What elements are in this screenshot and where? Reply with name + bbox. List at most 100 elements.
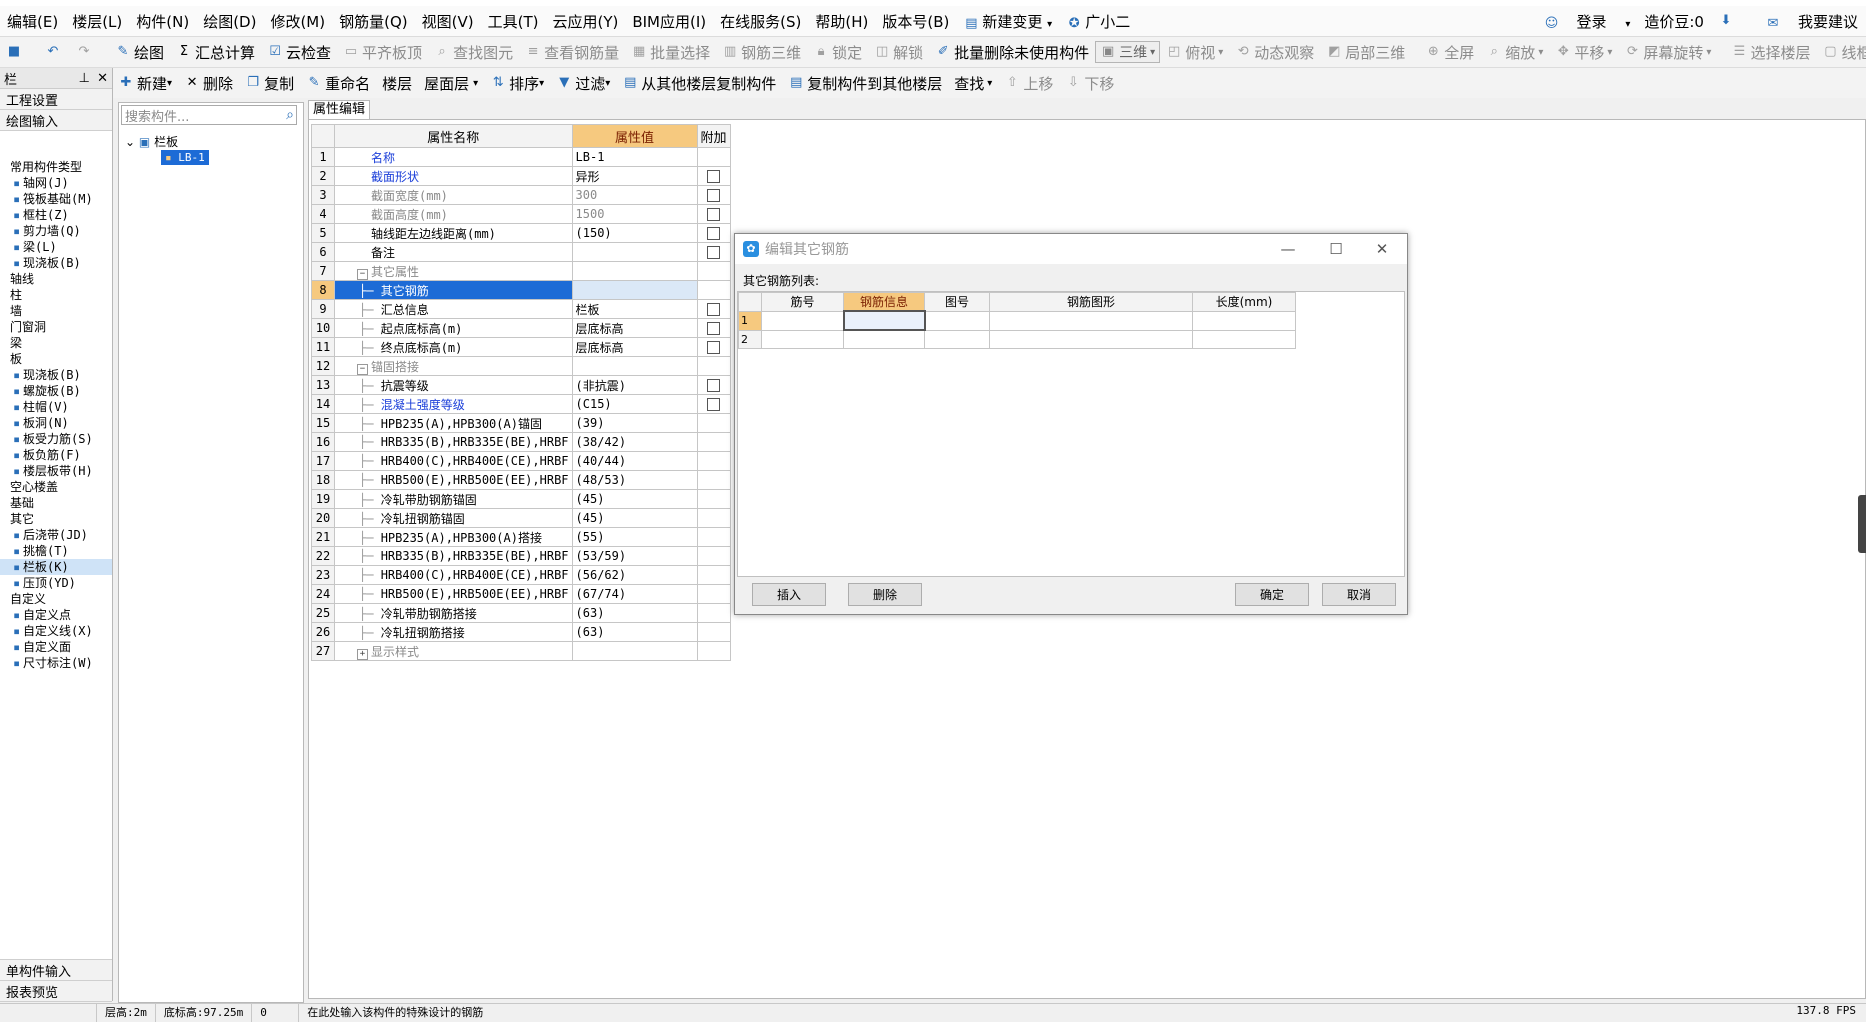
view-rebar-button[interactable]: ≡ 查看钢筋量 [519,39,625,65]
copy-from-floor-button[interactable]: ▤ 从其他楼层复制构件 [616,70,782,96]
tree-item-lb1[interactable]: ▪ LB-1 [161,150,209,165]
bar-number-cell[interactable] [761,329,844,349]
nav-item[interactable]: ▪ 尺寸标注(W) [0,655,112,671]
property-value[interactable]: (40/44) [571,451,698,471]
pan-button[interactable]: ✥ 平移 ▾ [1549,39,1618,65]
delete-component-button[interactable]: ✕ 删除 [178,70,239,96]
property-row[interactable]: 22 ├─ HRB335(B),HRB335E(BE),HRBF (53/59) [311,546,731,566]
dynamic-orbit-button[interactable]: ⟲ 动态观察 [1229,39,1320,65]
nav-item[interactable]: ▪ 柱帽(V) [0,399,112,415]
property-value[interactable] [571,242,698,262]
figure-number-cell[interactable] [924,329,990,349]
extra-checkbox[interactable] [707,379,721,392]
property-row[interactable]: 12− 锚固搭接 [311,356,731,376]
side-handle[interactable] [1858,495,1866,553]
extra-cell[interactable] [696,318,731,338]
rebar-shape-cell[interactable] [989,329,1193,349]
property-value[interactable] [571,641,698,661]
menu-view[interactable]: 视图(V) [415,11,481,32]
property-row[interactable]: 11 ├─ 终点底标高(m) 层底标高 [311,337,731,357]
expand-icon[interactable]: + [357,648,368,660]
nav-item[interactable]: ▪ 轴网(J) [0,175,112,191]
save-button[interactable]: ■ [0,39,31,65]
insert-button[interactable]: 插入 [752,583,826,606]
search-input[interactable]: 搜索构件... ⌕ [121,105,297,125]
property-value[interactable]: (53/59) [571,546,698,566]
copy-component-button[interactable]: ❐ 复制 [239,70,300,96]
view-mode-select[interactable]: ▣ 三维 ▾ [1095,41,1161,63]
collapse-icon[interactable]: − [357,363,368,375]
property-row[interactable]: 21 ├─ HPB235(A),HPB300(A)搭接 (55) [311,527,731,547]
nav-item[interactable]: ▪ 剪力墙(Q) [0,223,112,239]
property-value[interactable]: (67/74) [571,584,698,604]
minimize-icon[interactable]: — [1273,238,1303,260]
property-row[interactable]: 19 ├─ 冷轧带肋钢筋锚固 (45) [311,489,731,509]
extra-cell[interactable] [696,242,731,262]
menu-guangxiaoer[interactable]: ✪ 广小二 [1059,11,1137,32]
property-row[interactable]: 25 ├─ 冷轧带肋钢筋搭接 (63) [311,603,731,623]
chevron-down-icon[interactable]: ⌄ [125,135,135,149]
flat-top-button[interactable]: ▭ 平齐板顶 [337,39,428,65]
bar-number-cell[interactable] [761,310,844,331]
new-component-button[interactable]: ✚ 新建 ▾ [112,70,178,96]
menu-new-change[interactable]: ▤ 新建变更 ▾ [956,11,1059,32]
rebar-info-cell[interactable] [843,329,925,349]
property-row[interactable]: 7− 其它属性 [311,261,731,281]
extra-checkbox[interactable] [707,341,721,354]
property-row[interactable]: 13 ├─ 抗震等级 (非抗震) [311,375,731,395]
property-row[interactable]: 5 轴线距左边线距离(mm) (150) [311,223,731,243]
property-value[interactable]: (63) [571,622,698,642]
property-row[interactable]: 20 ├─ 冷轧扭钢筋锚固 (45) [311,508,731,528]
copy-to-floor-button[interactable]: ▤ 复制构件到其他楼层 [782,70,948,96]
figure-number-cell[interactable] [924,310,990,331]
property-row[interactable]: 4 截面高度(mm) 1500 [311,204,731,224]
single-input-button[interactable]: 单构件输入 [0,959,112,981]
extra-cell[interactable] [696,204,731,224]
search-icon[interactable]: ⌕ [286,107,294,123]
batch-select-button[interactable]: ▦ 批量选择 [625,39,716,65]
nav-item[interactable]: 其它 [0,511,112,527]
batch-delete-button[interactable]: ✐ 批量删除未使用构件 [929,39,1095,65]
nav-item[interactable]: 空心楼盖 [0,479,112,495]
property-value[interactable]: 栏板 [571,299,698,319]
extra-cell[interactable] [696,223,731,243]
collapse-icon[interactable]: − [357,268,368,280]
menu-online[interactable]: 在线服务(S) [713,11,808,32]
lock-button[interactable]: 🔒︎ 锁定 [807,39,868,65]
filter-button[interactable]: ▼ 过滤 ▾ [550,70,616,96]
nav-item[interactable]: ▪ 栏板(K) [0,559,112,575]
extra-checkbox[interactable] [707,246,721,259]
nav-item[interactable]: ▪ 梁(L) [0,239,112,255]
property-row[interactable]: 1 名称 LB-1 [311,147,731,167]
menu-component[interactable]: 构件(N) [129,11,196,32]
project-settings-button[interactable]: 工程设置 [0,89,112,110]
nav-item[interactable]: 梁 [0,335,112,351]
property-value[interactable]: (38/42) [571,432,698,452]
property-row[interactable]: 8 ├─ 其它钢筋 [311,280,731,300]
nav-item[interactable]: 自定义 [0,591,112,607]
extra-cell[interactable] [696,299,731,319]
table-row[interactable]: 1 [738,310,1296,331]
fullscreen-button[interactable]: ⊕ 全屏 [1419,39,1480,65]
pin-icon[interactable]: ⊥ [79,71,90,86]
nav-item[interactable]: ▪ 压顶(YD) [0,575,112,591]
unlock-button[interactable]: ◫ 解锁 [868,39,929,65]
extra-checkbox[interactable] [707,398,721,411]
nav-item[interactable]: ▪ 板洞(N) [0,415,112,431]
property-row[interactable]: 15 ├─ HPB235(A),HPB300(A)锚固 (39) [311,413,731,433]
property-value[interactable]: (45) [571,508,698,528]
report-preview-button[interactable]: 报表预览 [0,981,112,1002]
menu-rebar-qty[interactable]: 钢筋量(Q) [332,11,415,32]
menu-draw[interactable]: 绘图(D) [196,11,263,32]
download-icon[interactable]: ⬇ [1718,13,1734,29]
extra-checkbox[interactable] [707,208,721,221]
property-value[interactable]: 层底标高 [571,337,698,357]
extra-checkbox[interactable] [707,303,721,316]
nav-item[interactable]: ▪ 现浇板(B) [0,255,112,271]
sum-button[interactable]: Σ 汇总计算 [170,39,261,65]
property-value[interactable] [571,356,698,376]
property-value[interactable]: 异形 [571,166,698,186]
property-row[interactable]: 18 ├─ HRB500(E),HRB500E(EE),HRBF (48/53) [311,470,731,490]
undo-button[interactable]: ↶ [39,39,70,65]
length-cell[interactable] [1192,329,1296,349]
